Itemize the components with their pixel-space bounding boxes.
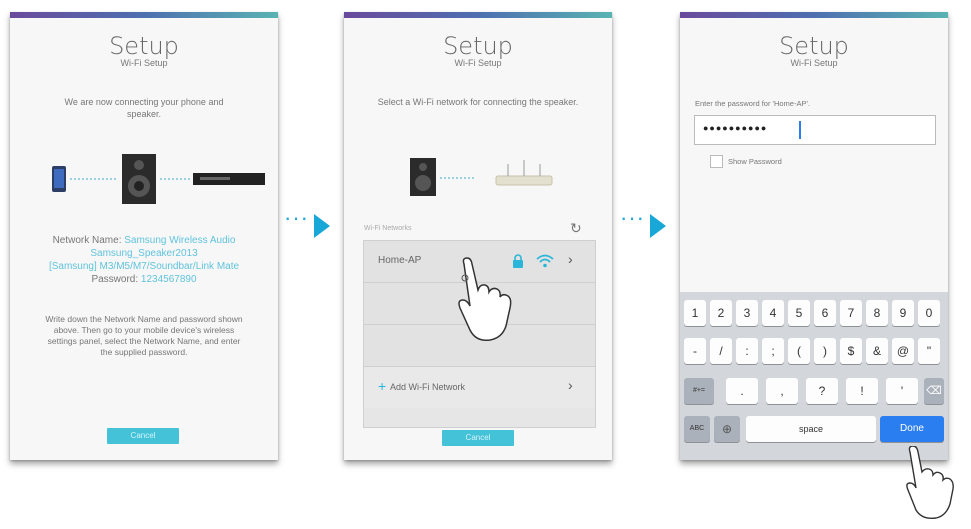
key-close-paren[interactable]: ) — [814, 338, 836, 364]
header-gradient-bar — [344, 12, 612, 18]
key-5[interactable]: 5 — [788, 300, 810, 326]
arrow-head-1 — [314, 214, 330, 238]
page-subtitle: Wi-Fi Setup — [790, 58, 838, 68]
network-name: Home-AP — [378, 255, 422, 266]
key-slash[interactable]: / — [710, 338, 732, 364]
page-subtitle: Wi-Fi Setup — [454, 58, 502, 68]
plus-icon: + — [378, 378, 387, 394]
wifi-networks-header: Wi-Fi Networks — [364, 225, 412, 232]
phone-icon — [52, 166, 66, 192]
connecting-message: We are now connecting your phone and spe… — [64, 97, 224, 119]
password-input[interactable]: ●●●●●●●●●● — [694, 115, 936, 145]
dotted-arrow-2: ··· — [620, 205, 645, 230]
router-icon — [193, 173, 265, 185]
key-0[interactable]: 0 — [918, 300, 940, 326]
key-dollar[interactable]: $ — [840, 338, 862, 364]
network-name-value-3: [Samsung] M3/M5/M7/Soundbar/Link Mate — [48, 261, 240, 272]
password-value: 1234567890 — [140, 274, 197, 285]
key-dash[interactable]: - — [684, 338, 706, 364]
key-2[interactable]: 2 — [710, 300, 732, 326]
header-gradient-bar — [10, 12, 278, 18]
password-label: Password: — [91, 274, 139, 285]
key-ampersand[interactable]: & — [866, 338, 888, 364]
key-1[interactable]: 1 — [684, 300, 706, 326]
select-network-message: Select a Wi-Fi network for connecting th… — [377, 97, 579, 107]
cancel-button[interactable]: Cancel — [442, 430, 514, 446]
abc-key[interactable]: ABC — [684, 416, 710, 442]
chevron-right-icon: › — [568, 251, 573, 267]
key-3[interactable]: 3 — [736, 300, 758, 326]
globe-icon: ⊕ — [721, 422, 733, 436]
more-symbols-key[interactable]: #+= — [684, 378, 714, 404]
network-info: Network Name: Samsung Wireless Audio Sam… — [26, 234, 262, 286]
key-at[interactable]: @ — [892, 338, 914, 364]
key-semicolon[interactable]: ; — [762, 338, 784, 364]
network-name-value-2: Samsung_Speaker2013 — [90, 248, 198, 259]
key-quote[interactable]: " — [918, 338, 940, 364]
router-icon — [495, 160, 553, 186]
connection-illustration — [52, 154, 265, 204]
hand-pointer-icon — [906, 446, 954, 520]
network-name-value-1: Samsung Wireless Audio — [124, 235, 236, 246]
page-subtitle: Wi-Fi Setup — [120, 58, 168, 68]
key-apostrophe[interactable]: ' — [886, 378, 918, 404]
key-4[interactable]: 4 — [762, 300, 784, 326]
header-gradient-bar — [680, 12, 948, 18]
password-value: ●●●●●●●●●● — [703, 123, 768, 133]
text-cursor — [799, 121, 801, 139]
chevron-right-icon: › — [568, 377, 573, 393]
network-name-label: Network Name: — [52, 235, 122, 246]
setup-screen-select-network: Setup Wi-Fi Setup Select a Wi-Fi network… — [344, 12, 612, 460]
page-title: Setup — [779, 32, 849, 60]
key-7[interactable]: 7 — [840, 300, 862, 326]
speaker-router-illustration — [410, 158, 553, 196]
key-colon[interactable]: : — [736, 338, 758, 364]
backspace-key[interactable]: ⌫ — [924, 378, 944, 404]
speaker-icon — [410, 158, 436, 196]
globe-key[interactable]: ⊕ — [714, 416, 740, 442]
cancel-button[interactable]: Cancel — [107, 428, 179, 444]
setup-screen-password: Setup Wi-Fi Setup Enter the password for… — [680, 12, 948, 460]
key-question[interactable]: ? — [806, 378, 838, 404]
page-title: Setup — [109, 32, 179, 60]
hand-pointer-icon — [458, 257, 512, 342]
key-period[interactable]: . — [726, 378, 758, 404]
dotted-arrow-1: ··· — [284, 205, 309, 230]
refresh-icon[interactable]: ↻ — [570, 220, 582, 237]
add-wifi-network-button[interactable]: + Add Wi-Fi Network › — [364, 367, 595, 408]
done-key[interactable]: Done — [880, 416, 944, 442]
setup-screen-connecting: Setup Wi-Fi Setup We are now connecting … — [10, 12, 278, 460]
page-title: Setup — [443, 32, 513, 60]
key-comma[interactable]: , — [766, 378, 798, 404]
key-8[interactable]: 8 — [866, 300, 888, 326]
key-exclamation[interactable]: ! — [846, 378, 878, 404]
password-prompt: Enter the password for 'Home-AP'. — [695, 99, 810, 108]
speaker-icon — [122, 154, 156, 204]
add-network-label: Add Wi-Fi Network — [390, 382, 466, 392]
instructions-text: Write down the Network Name and password… — [45, 314, 243, 357]
key-6[interactable]: 6 — [814, 300, 836, 326]
arrow-head-2 — [650, 214, 666, 238]
show-password-checkbox[interactable] — [710, 155, 723, 168]
show-password-label: Show Password — [728, 157, 782, 166]
key-open-paren[interactable]: ( — [788, 338, 810, 364]
key-9[interactable]: 9 — [892, 300, 914, 326]
space-key[interactable]: space — [746, 416, 876, 442]
numeric-keyboard: 1 2 3 4 5 6 7 8 9 0 - / : ; ( ) $ & @ " … — [680, 292, 948, 460]
backspace-icon: ⌫ — [926, 385, 942, 397]
